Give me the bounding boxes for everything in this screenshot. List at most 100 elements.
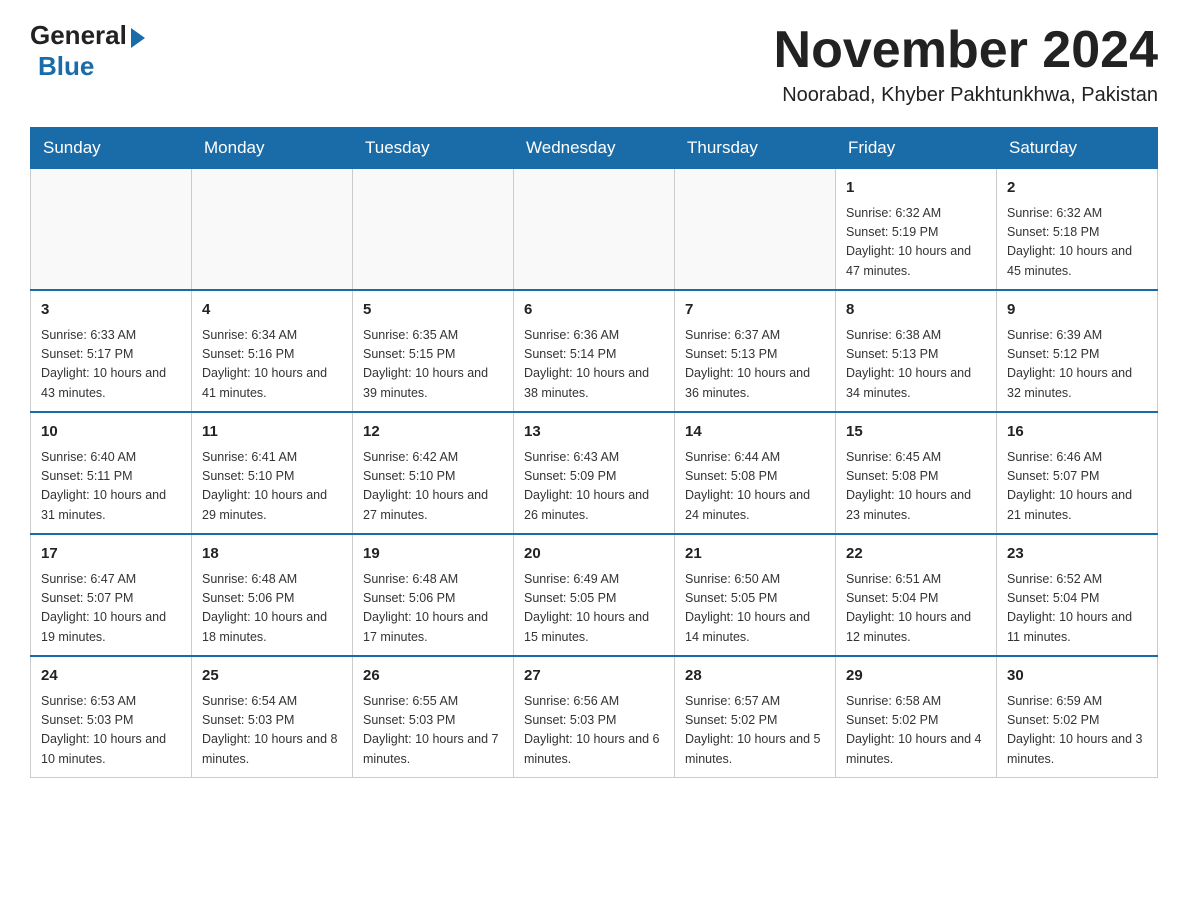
day-number: 4 — [202, 299, 342, 322]
day-info: Sunrise: 6:54 AM Sunset: 5:03 PM Dayligh… — [202, 692, 342, 770]
calendar-cell: 10 Sunrise: 6:40 AM Sunset: 5:11 PM Dayli… — [31, 412, 192, 534]
day-number: 18 — [202, 543, 342, 566]
calendar-header-monday: Monday — [192, 128, 353, 169]
day-info: Sunrise: 6:32 AM Sunset: 5:18 PM Dayligh… — [1007, 204, 1147, 282]
day-number: 28 — [685, 665, 825, 688]
day-number: 6 — [524, 299, 664, 322]
day-number: 29 — [846, 665, 986, 688]
month-title: November 2024 — [774, 20, 1158, 80]
day-info: Sunrise: 6:53 AM Sunset: 5:03 PM Dayligh… — [41, 692, 181, 770]
calendar-cell: 9 Sunrise: 6:39 AM Sunset: 5:12 PM Daylig… — [997, 290, 1158, 412]
day-info: Sunrise: 6:48 AM Sunset: 5:06 PM Dayligh… — [202, 570, 342, 648]
day-number: 26 — [363, 665, 503, 688]
calendar-cell: 22Sunrise: 6:51 AM Sunset: 5:04 PM Dayli… — [836, 534, 997, 656]
day-number: 3 — [41, 299, 181, 322]
calendar-cell — [31, 169, 192, 291]
day-number: 8 — [846, 299, 986, 322]
day-info: Sunrise: 6:49 AM Sunset: 5:05 PM Dayligh… — [524, 570, 664, 648]
day-number: 10 — [41, 421, 181, 444]
calendar-cell: 19 Sunrise: 6:48 AM Sunset: 5:06 PM Dayli… — [353, 534, 514, 656]
calendar-week-row: 24 Sunrise: 6:53 AM Sunset: 5:03 PM Dayli… — [31, 656, 1158, 778]
calendar-cell: 29 Sunrise: 6:58 AM Sunset: 5:02 PM Dayli… — [836, 656, 997, 778]
calendar-cell: 23Sunrise: 6:52 AM Sunset: 5:04 PM Dayli… — [997, 534, 1158, 656]
calendar-cell — [353, 169, 514, 291]
calendar-cell: 12Sunrise: 6:42 AM Sunset: 5:10 PM Dayli… — [353, 412, 514, 534]
calendar-cell: 5 Sunrise: 6:35 AM Sunset: 5:15 PM Daylig… — [353, 290, 514, 412]
day-info: Sunrise: 6:38 AM Sunset: 5:13 PM Dayligh… — [846, 326, 986, 404]
day-number: 23 — [1007, 543, 1147, 566]
calendar-cell: 27 Sunrise: 6:56 AM Sunset: 5:03 PM Dayli… — [514, 656, 675, 778]
day-number: 17 — [41, 543, 181, 566]
calendar-cell: 1 Sunrise: 6:32 AM Sunset: 5:19 PM Daylig… — [836, 169, 997, 291]
calendar-cell: 26 Sunrise: 6:55 AM Sunset: 5:03 PM Dayli… — [353, 656, 514, 778]
day-number: 25 — [202, 665, 342, 688]
location: Noorabad, Khyber Pakhtunkhwa, Pakistan — [774, 84, 1158, 107]
calendar-header-wednesday: Wednesday — [514, 128, 675, 169]
calendar-cell — [514, 169, 675, 291]
title-section: November 2024 Noorabad, Khyber Pakhtunkh… — [774, 20, 1158, 107]
calendar-cell: 21 Sunrise: 6:50 AM Sunset: 5:05 PM Dayli… — [675, 534, 836, 656]
day-number: 16 — [1007, 421, 1147, 444]
day-info: Sunrise: 6:50 AM Sunset: 5:05 PM Dayligh… — [685, 570, 825, 648]
day-number: 15 — [846, 421, 986, 444]
page-header: General Blue November 2024 Noorabad, Khy… — [30, 20, 1158, 107]
day-number: 13 — [524, 421, 664, 444]
day-info: Sunrise: 6:42 AM Sunset: 5:10 PM Dayligh… — [363, 448, 503, 526]
day-info: Sunrise: 6:58 AM Sunset: 5:02 PM Dayligh… — [846, 692, 986, 770]
calendar-cell: 15 Sunrise: 6:45 AM Sunset: 5:08 PM Dayli… — [836, 412, 997, 534]
day-number: 9 — [1007, 299, 1147, 322]
logo: General Blue — [30, 20, 145, 82]
day-number: 14 — [685, 421, 825, 444]
day-info: Sunrise: 6:37 AM Sunset: 5:13 PM Dayligh… — [685, 326, 825, 404]
day-info: Sunrise: 6:57 AM Sunset: 5:02 PM Dayligh… — [685, 692, 825, 770]
calendar-header-saturday: Saturday — [997, 128, 1158, 169]
calendar-header-row: SundayMondayTuesdayWednesdayThursdayFrid… — [31, 128, 1158, 169]
day-number: 20 — [524, 543, 664, 566]
logo-blue-text: Blue — [38, 51, 94, 82]
logo-general-text: General — [30, 20, 127, 51]
day-info: Sunrise: 6:39 AM Sunset: 5:12 PM Dayligh… — [1007, 326, 1147, 404]
calendar-header-sunday: Sunday — [31, 128, 192, 169]
calendar-header-friday: Friday — [836, 128, 997, 169]
day-info: Sunrise: 6:44 AM Sunset: 5:08 PM Dayligh… — [685, 448, 825, 526]
calendar-cell: 6 Sunrise: 6:36 AM Sunset: 5:14 PM Daylig… — [514, 290, 675, 412]
day-number: 1 — [846, 177, 986, 200]
day-info: Sunrise: 6:46 AM Sunset: 5:07 PM Dayligh… — [1007, 448, 1147, 526]
calendar-cell: 18 Sunrise: 6:48 AM Sunset: 5:06 PM Dayli… — [192, 534, 353, 656]
calendar-cell: 2 Sunrise: 6:32 AM Sunset: 5:18 PM Daylig… — [997, 169, 1158, 291]
day-number: 27 — [524, 665, 664, 688]
day-info: Sunrise: 6:35 AM Sunset: 5:15 PM Dayligh… — [363, 326, 503, 404]
calendar-cell: 8 Sunrise: 6:38 AM Sunset: 5:13 PM Daylig… — [836, 290, 997, 412]
calendar-cell: 11 Sunrise: 6:41 AM Sunset: 5:10 PM Dayli… — [192, 412, 353, 534]
day-info: Sunrise: 6:40 AM Sunset: 5:11 PM Dayligh… — [41, 448, 181, 526]
calendar-cell: 28 Sunrise: 6:57 AM Sunset: 5:02 PM Dayli… — [675, 656, 836, 778]
calendar-table: SundayMondayTuesdayWednesdayThursdayFrid… — [30, 127, 1158, 778]
day-info: Sunrise: 6:48 AM Sunset: 5:06 PM Dayligh… — [363, 570, 503, 648]
day-number: 7 — [685, 299, 825, 322]
day-info: Sunrise: 6:41 AM Sunset: 5:10 PM Dayligh… — [202, 448, 342, 526]
calendar-cell: 20 Sunrise: 6:49 AM Sunset: 5:05 PM Dayli… — [514, 534, 675, 656]
day-info: Sunrise: 6:33 AM Sunset: 5:17 PM Dayligh… — [41, 326, 181, 404]
day-info: Sunrise: 6:32 AM Sunset: 5:19 PM Dayligh… — [846, 204, 986, 282]
calendar-header-tuesday: Tuesday — [353, 128, 514, 169]
day-info: Sunrise: 6:55 AM Sunset: 5:03 PM Dayligh… — [363, 692, 503, 770]
day-number: 11 — [202, 421, 342, 444]
day-number: 5 — [363, 299, 503, 322]
day-number: 2 — [1007, 177, 1147, 200]
day-info: Sunrise: 6:56 AM Sunset: 5:03 PM Dayligh… — [524, 692, 664, 770]
day-number: 24 — [41, 665, 181, 688]
day-number: 19 — [363, 543, 503, 566]
day-info: Sunrise: 6:47 AM Sunset: 5:07 PM Dayligh… — [41, 570, 181, 648]
logo-arrow-icon — [131, 28, 145, 48]
day-info: Sunrise: 6:45 AM Sunset: 5:08 PM Dayligh… — [846, 448, 986, 526]
day-info: Sunrise: 6:59 AM Sunset: 5:02 PM Dayligh… — [1007, 692, 1147, 770]
day-number: 30 — [1007, 665, 1147, 688]
calendar-cell: 3 Sunrise: 6:33 AM Sunset: 5:17 PM Daylig… — [31, 290, 192, 412]
calendar-cell: 17 Sunrise: 6:47 AM Sunset: 5:07 PM Dayli… — [31, 534, 192, 656]
calendar-week-row: 3 Sunrise: 6:33 AM Sunset: 5:17 PM Daylig… — [31, 290, 1158, 412]
calendar-week-row: 1 Sunrise: 6:32 AM Sunset: 5:19 PM Daylig… — [31, 169, 1158, 291]
calendar-cell — [192, 169, 353, 291]
calendar-cell: 24 Sunrise: 6:53 AM Sunset: 5:03 PM Dayli… — [31, 656, 192, 778]
day-info: Sunrise: 6:36 AM Sunset: 5:14 PM Dayligh… — [524, 326, 664, 404]
day-number: 21 — [685, 543, 825, 566]
